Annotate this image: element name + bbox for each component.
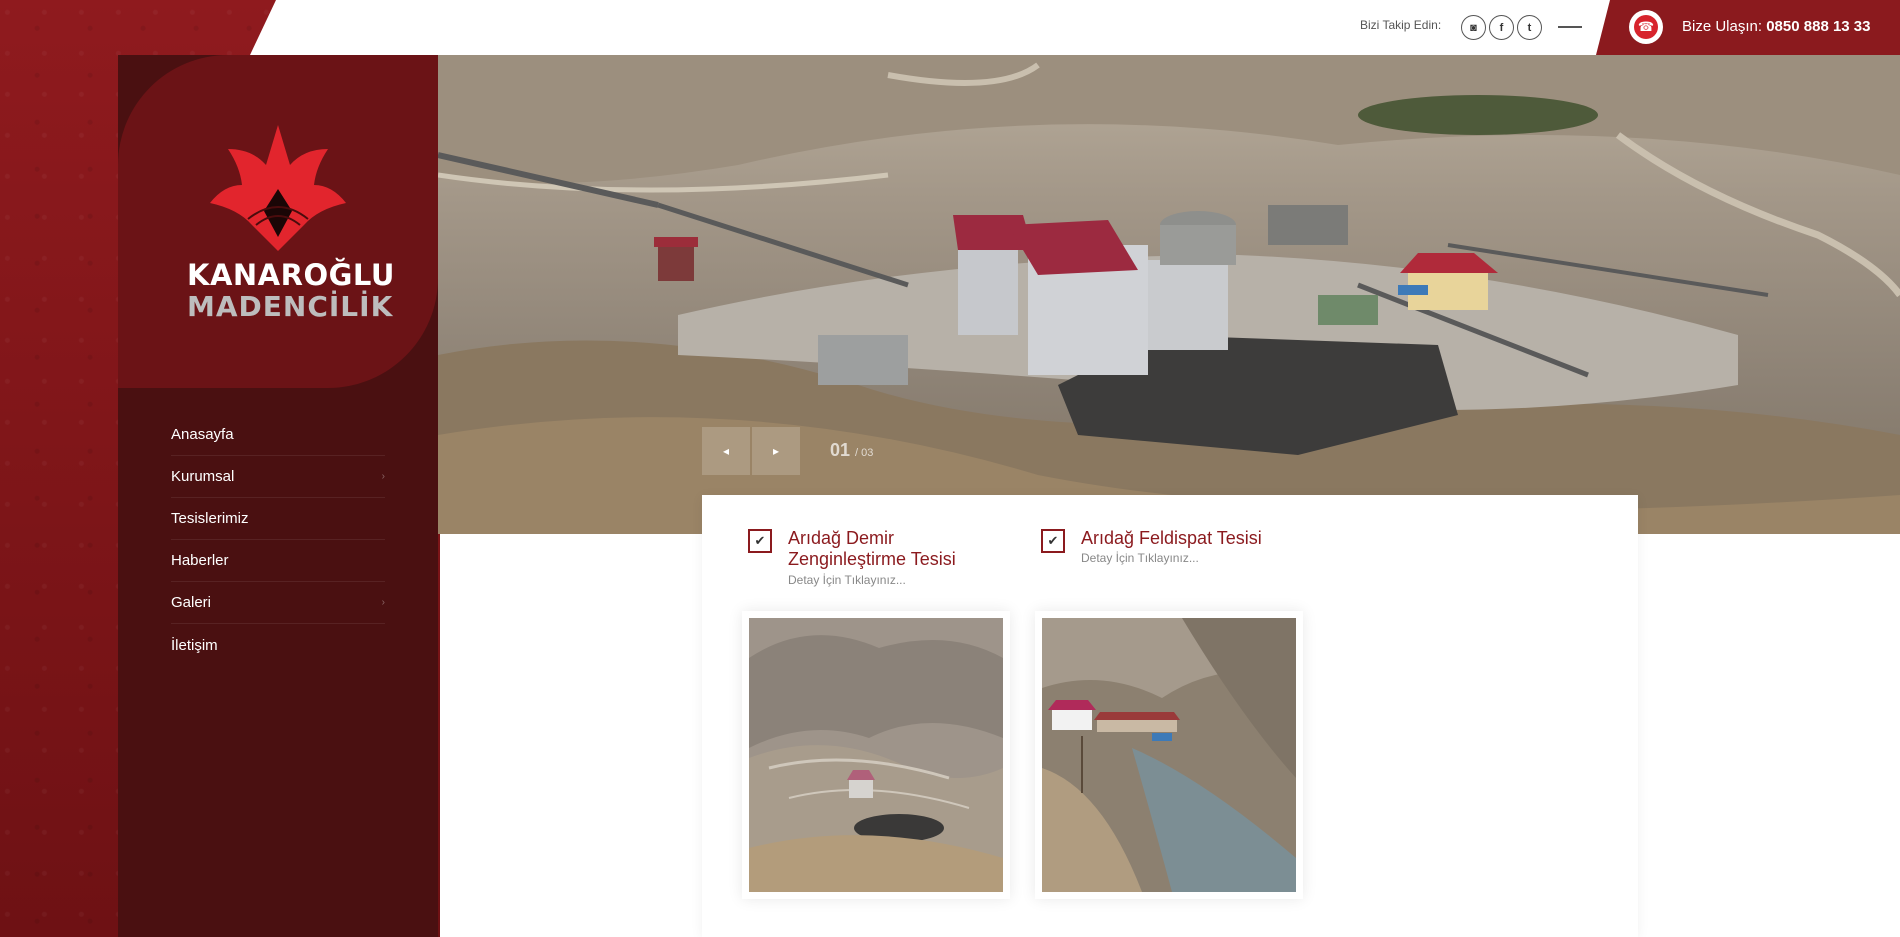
divider [1558,26,1582,28]
facility-title: Arıdağ Feldispat Tesisi [1081,528,1262,548]
hero-slider-image [438,55,1900,534]
logo-icon[interactable] [208,125,348,255]
instagram-icon[interactable]: ◙ [1461,15,1486,40]
facility-subtitle: Detay İçin Tıklayınız... [1081,551,1199,565]
menu-item-label: İletişim [171,636,218,654]
menu-item-haberler[interactable]: Haberler [171,540,385,582]
slider-next-button[interactable]: ▸ [752,427,800,475]
menu-item-label: Tesislerimiz [171,510,249,527]
facebook-icon[interactable]: f [1489,15,1514,40]
brand-subtitle: MADENCİLİK [187,290,394,323]
facility-link-demir[interactable]: ✔ Arıdağ Demir Zenginleştirme Tesisi Det… [748,528,988,589]
check-icon: ✔ [1041,529,1065,553]
chevron-right-icon: › [381,471,385,482]
menu-item-galeri[interactable]: Galeri › [171,582,385,624]
slide-total: / 03 [855,447,874,459]
slide-current: 01 [830,440,851,460]
menu-item-label: Haberler [171,552,229,569]
facility-link-feldispat[interactable]: ✔ Arıdağ Feldispat Tesisi Detay İçin Tık… [1041,528,1301,573]
facility-title-line: Zenginleştirme Tesisi [788,549,956,569]
facility-subtitle: Detay İçin Tıklayınız... [788,573,906,587]
follow-label: Bizi Takip Edin: [1360,18,1442,32]
menu-item-tesislerimiz[interactable]: Tesislerimiz [171,498,385,540]
facility-title-line: Arıdağ Demir [788,528,895,548]
brand-name: KANAROĞLU [187,258,395,292]
facilities-card: ✔ Arıdağ Demir Zenginleştirme Tesisi Det… [702,495,1638,937]
menu-item-iletisim[interactable]: İletişim [171,624,385,666]
contact-phone-link[interactable]: Bize Ulaşın: 0850 888 13 33 [1682,18,1871,35]
menu-item-anasayfa[interactable]: Anasayfa [171,414,385,456]
menu-item-kurumsal[interactable]: Kurumsal › [171,456,385,498]
contact-label: Bize Ulaşın: [1682,18,1763,35]
facility-image-feldispat[interactable] [1035,611,1303,899]
facility-image-demir[interactable] [742,611,1010,899]
main-menu: Anasayfa Kurumsal › Tesislerimiz Haberle… [171,414,385,666]
chevron-right-icon: › [381,597,385,608]
phone-number: 0850 888 13 33 [1766,18,1871,35]
check-icon: ✔ [748,529,772,553]
twitter-icon[interactable]: t [1517,15,1542,40]
slider-prev-button[interactable]: ◂ [702,427,750,475]
slide-counter: 01 / 03 [830,440,873,461]
menu-item-label: Kurumsal [171,468,235,485]
menu-item-label: Galeri [171,594,212,611]
facility-title: Arıdağ Demir Zenginleştirme Tesisi [788,528,956,570]
headset-icon: ☎ [1629,10,1663,44]
menu-item-label: Anasayfa [171,426,234,443]
